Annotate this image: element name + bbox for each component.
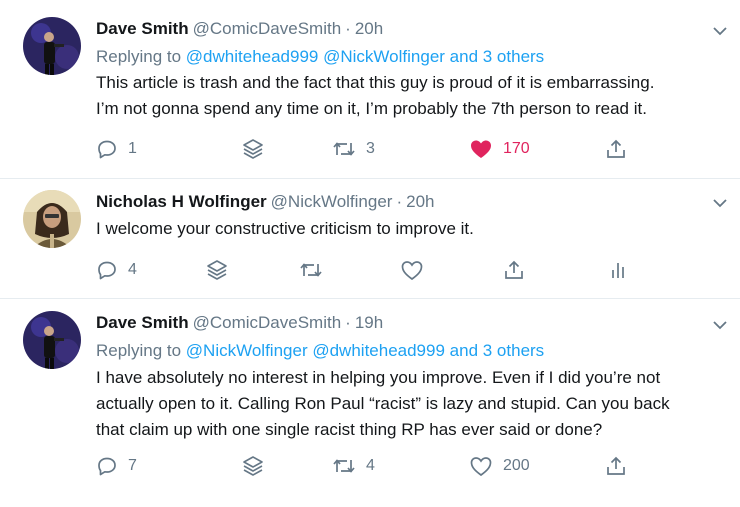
share-icon: [605, 138, 627, 160]
mention-link[interactable]: @NickWolfinger: [186, 341, 308, 360]
retweet-button[interactable]: 3: [332, 136, 375, 162]
like-button[interactable]: 170: [469, 136, 530, 162]
replying-to: Replying to @dwhitehead999 @NickWolfinge…: [96, 46, 544, 68]
tweet-actions: 7 4 200: [96, 453, 716, 479]
tweet-text-line: I’m not gonna spend any time on it, I’m …: [96, 99, 647, 118]
retweet-icon: [299, 259, 323, 281]
timestamp[interactable]: 20h: [406, 192, 434, 211]
like-count: 200: [503, 457, 530, 474]
author-name[interactable]: Nicholas H Wolfinger: [96, 192, 267, 211]
share-icon: [605, 455, 627, 477]
author-handle[interactable]: @NickWolfinger: [271, 192, 393, 211]
reply-icon: [96, 455, 118, 477]
author-name[interactable]: Dave Smith: [96, 19, 189, 38]
reply-button[interactable]: 1: [96, 136, 137, 162]
separator-dot: ·: [345, 313, 351, 332]
tweet-header: Nicholas H Wolfinger @NickWolfinger · 20h: [96, 191, 435, 213]
tweet-text-line: I have absolutely no interest in helping…: [96, 368, 661, 387]
reply-icon: [96, 138, 118, 160]
avatar[interactable]: [23, 17, 81, 75]
retweet-icon: [332, 138, 356, 160]
reply-button[interactable]: 7: [96, 453, 137, 479]
retweet-count: 4: [366, 457, 375, 474]
tweet-header: Dave Smith @ComicDaveSmith · 20h: [96, 18, 383, 40]
separator-dot: ·: [345, 19, 351, 38]
avatar[interactable]: [23, 311, 81, 369]
mention-others-link[interactable]: and 3 others: [450, 47, 545, 66]
reply-count: 1: [128, 140, 137, 157]
like-button[interactable]: 200: [469, 453, 530, 479]
mention-link[interactable]: @NickWolfinger: [323, 47, 445, 66]
author-handle[interactable]: @ComicDaveSmith: [193, 313, 342, 332]
tweet-text-line: I welcome your constructive criticism to…: [96, 219, 474, 238]
tweet-text: I have absolutely no interest in helping…: [96, 365, 716, 443]
analytics-button[interactable]: [607, 257, 629, 283]
retweet-button[interactable]: [299, 257, 323, 283]
layers-icon: [241, 137, 265, 161]
reply-button[interactable]: 4: [96, 257, 137, 283]
mention-link[interactable]: @dwhitehead999: [186, 47, 319, 66]
timestamp[interactable]: 19h: [355, 313, 383, 332]
layers-icon: [241, 454, 265, 478]
tweet-text-line: actually open to it. Calling Ron Paul “r…: [96, 394, 670, 413]
retweet-icon: [332, 455, 356, 477]
tweet-header: Dave Smith @ComicDaveSmith · 19h: [96, 312, 383, 334]
stack-button[interactable]: [241, 136, 265, 162]
separator-dot: ·: [396, 192, 403, 211]
layers-icon: [205, 258, 229, 282]
mention-others-link[interactable]: and 3 others: [450, 341, 545, 360]
reply-count: 4: [128, 261, 137, 278]
tweet-text-line: This article is trash and the fact that …: [96, 73, 655, 92]
stack-button[interactable]: [205, 257, 229, 283]
tweet-actions: 4: [96, 257, 716, 283]
chevron-down-icon[interactable]: [709, 314, 731, 336]
like-count: 170: [503, 140, 530, 157]
retweet-button[interactable]: 4: [332, 453, 375, 479]
author-handle[interactable]: @ComicDaveSmith: [193, 19, 342, 38]
heart-icon: [400, 259, 424, 281]
share-button[interactable]: [503, 257, 525, 283]
share-button[interactable]: [605, 136, 627, 162]
tweet-divider: [0, 178, 740, 179]
heart-filled-icon: [469, 138, 493, 160]
chevron-down-icon[interactable]: [709, 20, 731, 42]
tweet-actions: 1 3 170: [96, 136, 716, 162]
tweet-text: I welcome your constructive criticism to…: [96, 216, 716, 242]
stack-button[interactable]: [241, 453, 265, 479]
replying-to-label: Replying to: [96, 47, 182, 66]
mention-link[interactable]: @dwhitehead999: [312, 341, 445, 360]
share-icon: [503, 259, 525, 281]
tweet-divider: [0, 298, 740, 299]
analytics-icon: [607, 259, 629, 281]
tweet-text: This article is trash and the fact that …: [96, 70, 716, 122]
reply-count: 7: [128, 457, 137, 474]
retweet-count: 3: [366, 140, 375, 157]
reply-icon: [96, 259, 118, 281]
share-button[interactable]: [605, 453, 627, 479]
timestamp[interactable]: 20h: [355, 19, 383, 38]
tweet-text-line: that claim up with one single racist thi…: [96, 420, 603, 439]
avatar[interactable]: [23, 190, 81, 248]
replying-to: Replying to @NickWolfinger @dwhitehead99…: [96, 340, 544, 362]
chevron-down-icon[interactable]: [709, 192, 731, 214]
replying-to-label: Replying to: [96, 341, 182, 360]
like-button[interactable]: [400, 257, 424, 283]
heart-icon: [469, 455, 493, 477]
author-name[interactable]: Dave Smith: [96, 313, 189, 332]
